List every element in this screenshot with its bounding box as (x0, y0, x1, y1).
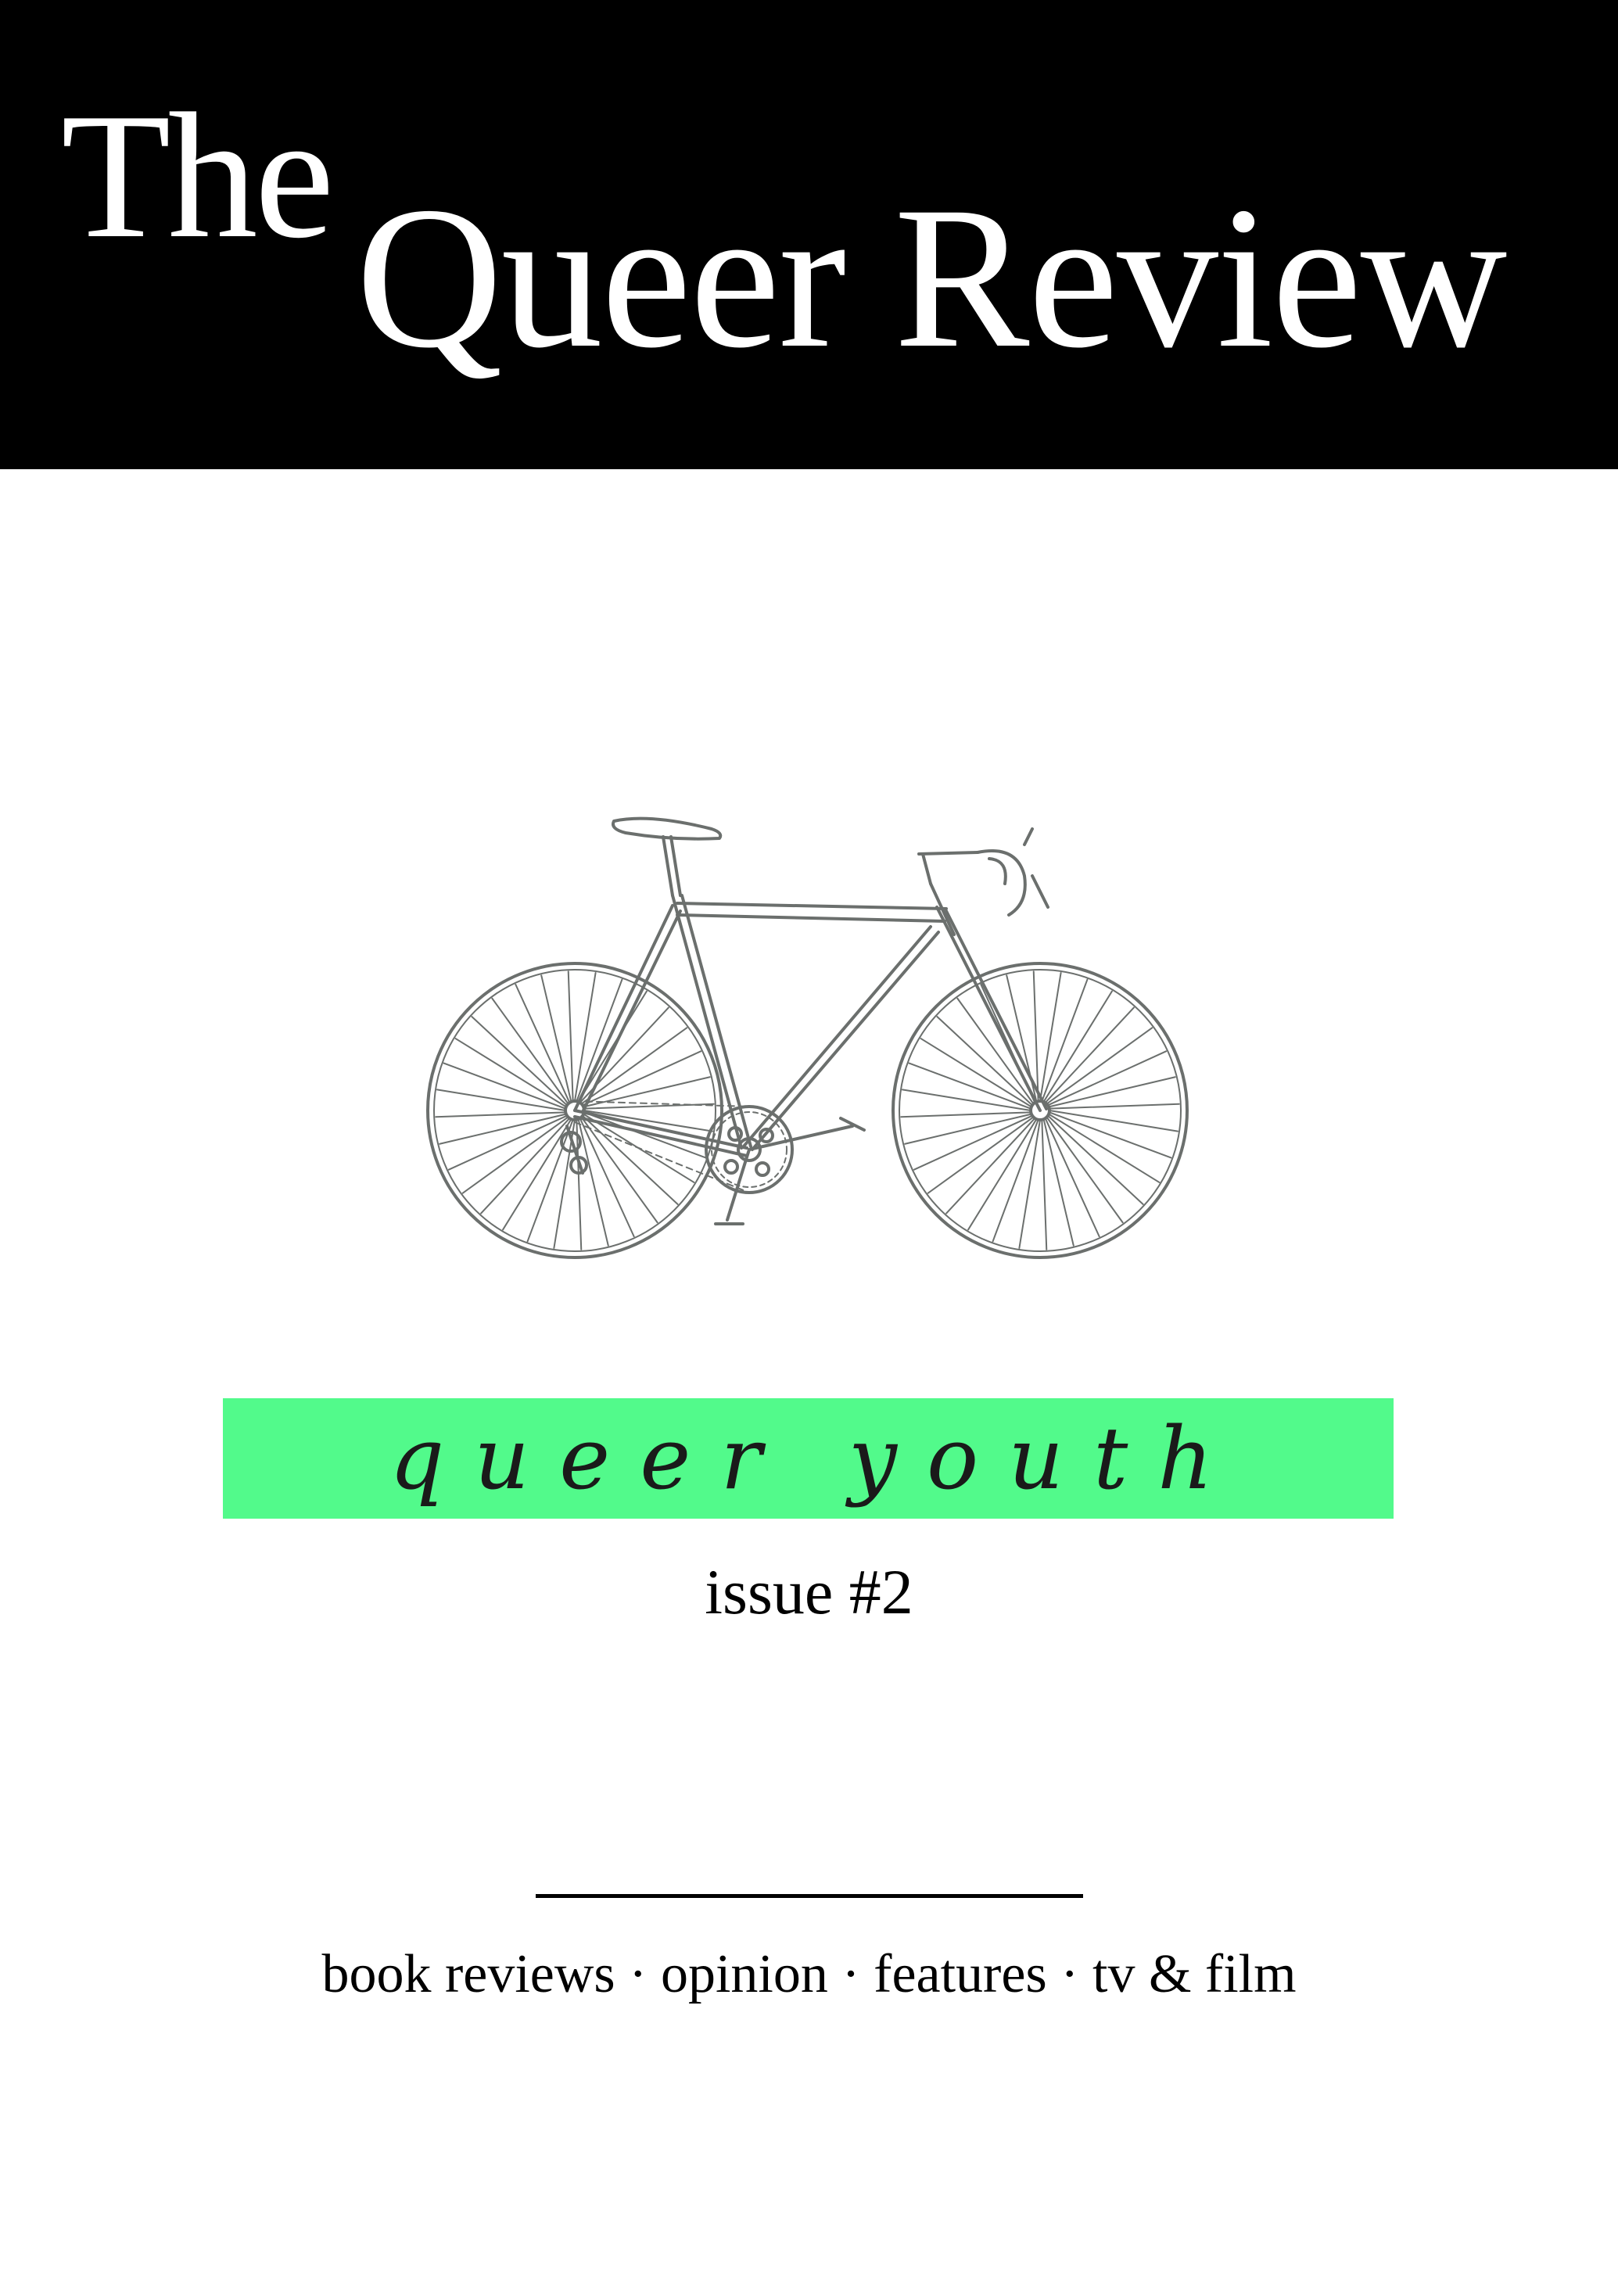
wheel-spoke (1049, 1110, 1179, 1132)
wheel-spoke (439, 1113, 567, 1145)
wheel-spoke (574, 971, 597, 1102)
wheel-spoke (1042, 1118, 1074, 1247)
wheel-spoke (1046, 1116, 1124, 1224)
wheel-spoke (904, 1113, 1032, 1145)
wheel-spoke (901, 1089, 1031, 1111)
wheel-spoke (967, 1118, 1038, 1231)
section-list: book reviews · opinion · features · tv &… (321, 1944, 1297, 2004)
bike-derailleur (560, 1125, 588, 1175)
masthead-the: The (61, 76, 335, 275)
wheel-spoke (1048, 1103, 1180, 1110)
masthead-title: Queer Review (356, 165, 1507, 390)
wheel-spoke (927, 1116, 1035, 1194)
wheel-spoke (1018, 1119, 1041, 1250)
bike-crankset (705, 1105, 866, 1225)
wheel-spoke (913, 1114, 1034, 1171)
theme-title: queer youth (389, 1408, 1243, 1509)
wheel-spoke (1046, 1050, 1168, 1107)
road-bicycle-icon (426, 816, 1189, 1259)
wheel-spoke (577, 1118, 609, 1247)
wheel-spoke (583, 1110, 714, 1132)
bike-saddle (612, 816, 723, 897)
wheel-spoke (515, 983, 571, 1104)
wheel-spoke (1046, 1027, 1153, 1105)
wheel-spoke (447, 1114, 569, 1171)
wheel-spoke (577, 990, 648, 1103)
divider (536, 1894, 1083, 1898)
wheel-spoke (435, 1111, 567, 1118)
theme-banner: queer youth (223, 1398, 1394, 1519)
wheel-spoke (1042, 990, 1113, 1103)
wheel-spoke (454, 1038, 567, 1108)
wheel-spoke (502, 1118, 572, 1231)
wheel-spoke (1039, 971, 1062, 1102)
wheel-spoke (1048, 1076, 1176, 1108)
wheel-spoke (491, 997, 569, 1105)
wheel-spoke (461, 1116, 569, 1194)
wheel-spoke (540, 974, 572, 1103)
wheel-spoke (1048, 1113, 1161, 1183)
wheel-spoke (1041, 1118, 1048, 1250)
wheel-spoke (567, 970, 574, 1103)
wheel-spoke (956, 997, 1035, 1105)
wheel-spoke (436, 1089, 566, 1111)
wheel-spoke (583, 1103, 715, 1110)
masthead: The Queer Review (0, 0, 1618, 469)
wheel-spoke (900, 1111, 1032, 1118)
wheel-spoke (1044, 1117, 1100, 1238)
issue-number: issue #2 (705, 1556, 913, 1627)
